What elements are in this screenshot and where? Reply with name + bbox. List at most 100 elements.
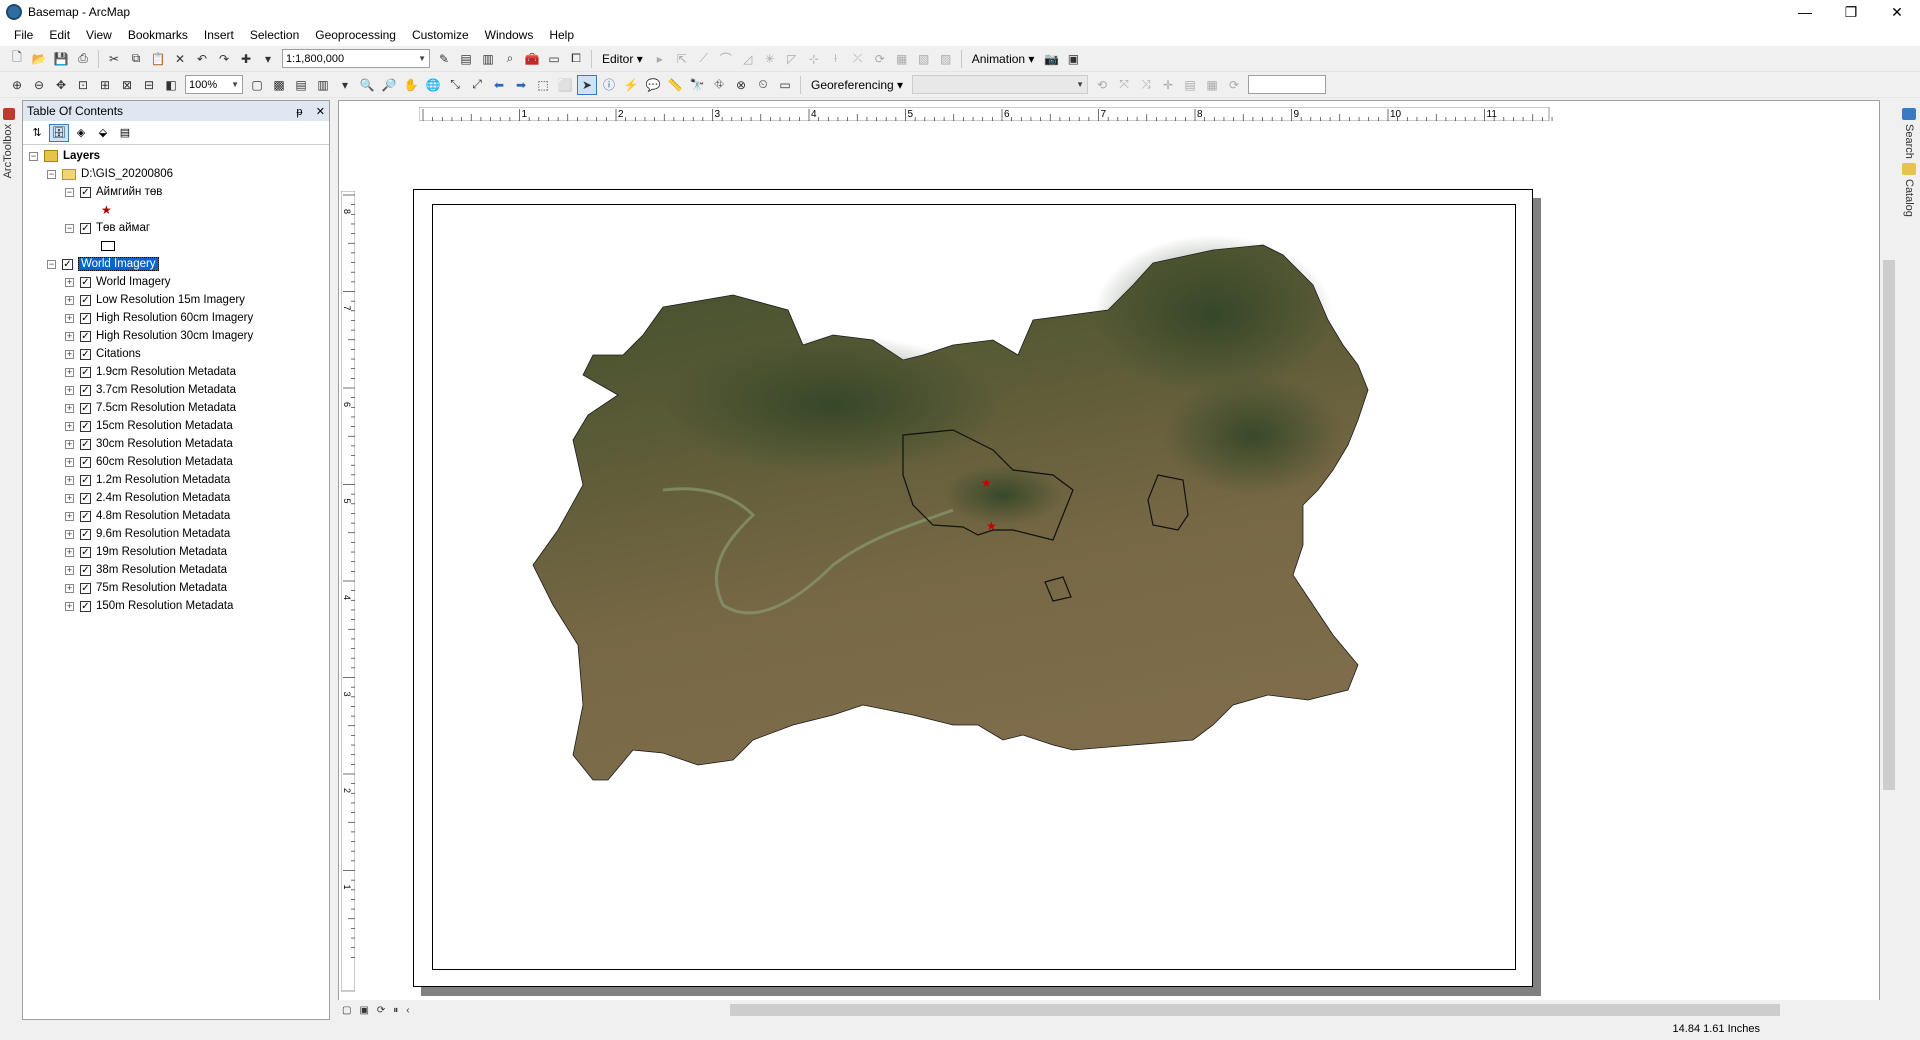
html-popup-icon[interactable]: 💬 [643, 75, 663, 95]
basemap-sublayer-row[interactable]: + ✓ Citations [23, 345, 329, 363]
menu-windows[interactable]: Windows [477, 28, 542, 42]
basemap-sublayer-row[interactable]: + ✓ 1.9cm Resolution Metadata [23, 363, 329, 381]
catalog-window-icon[interactable]: ▥ [478, 49, 498, 69]
georeferencing-menu-button[interactable]: Georeferencing ▾ [805, 75, 909, 95]
create-features-icon[interactable]: ▨ [936, 49, 956, 69]
edit-annotation-icon[interactable]: ⇱ [672, 49, 692, 69]
fixed-zoom-in-map-icon[interactable]: ⤡ [445, 75, 465, 95]
zoom-in-icon[interactable]: 🔍 [357, 75, 377, 95]
menu-selection[interactable]: Selection [242, 28, 307, 42]
toggle-draft-icon[interactable]: ▢ [247, 75, 267, 95]
menu-edit[interactable]: Edit [41, 28, 78, 42]
expand-icon[interactable]: + [65, 583, 74, 593]
delete-icon[interactable]: ✕ [170, 49, 190, 69]
reshape-icon[interactable]: ⊹ [804, 49, 824, 69]
basemap-sublayer-row[interactable]: + ✓ Low Resolution 15m Imagery [23, 291, 329, 309]
expand-icon[interactable]: + [65, 457, 74, 467]
basemap-sublayer-row[interactable]: + ✓ 3.7cm Resolution Metadata [23, 381, 329, 399]
menu-customize[interactable]: Customize [404, 28, 477, 42]
identify-icon[interactable]: ⓘ [599, 75, 619, 95]
scale-combo[interactable]: 1:1,800,000 ▼ [282, 49, 430, 68]
collapse-icon[interactable]: − [65, 223, 74, 233]
open-icon[interactable]: 📂 [29, 49, 49, 69]
expand-icon[interactable]: + [65, 385, 74, 395]
toc-folder-row[interactable]: − D:\GIS_20200806 [23, 165, 329, 183]
layer-visibility-checkbox[interactable]: ✓ [80, 276, 91, 288]
layer-visibility-checkbox[interactable]: ✓ [80, 492, 91, 504]
measure-icon[interactable]: 📏 [665, 75, 685, 95]
scale-georef-icon[interactable]: ⤨ [1136, 75, 1156, 95]
menu-help[interactable]: Help [541, 28, 582, 42]
rotate-georef-icon[interactable]: ⟲ [1092, 75, 1112, 95]
expand-icon[interactable]: + [65, 313, 74, 323]
print-icon[interactable]: ⎙ [73, 49, 93, 69]
georef-layer-combo[interactable]: ▼ [912, 75, 1089, 94]
close-button[interactable]: ✕ [1874, 0, 1920, 24]
effects-icon[interactable]: ⟳ [1224, 75, 1244, 95]
add-data-icon[interactable]: ✚ [236, 49, 256, 69]
endpoint-arc-icon[interactable]: ⌒ [716, 49, 736, 69]
search-tab[interactable]: Search [1903, 124, 1915, 159]
collapse-icon[interactable]: − [65, 187, 74, 197]
layer-visibility-checkbox[interactable]: ✓ [80, 528, 91, 540]
fixed-zoom-out-map-icon[interactable]: ⤢ [467, 75, 487, 95]
pin-icon[interactable]: ᵽ [296, 106, 302, 118]
toolbar-options-icon[interactable]: ▾ [335, 75, 355, 95]
layer-visibility-checkbox[interactable]: ✓ [80, 402, 91, 414]
basemap-sublayer-row[interactable]: + ✓ 75m Resolution Metadata [23, 579, 329, 597]
horizontal-scroll-thumb[interactable] [730, 1004, 1780, 1016]
straight-segment-icon[interactable]: ⟋ [694, 49, 714, 69]
layer-visibility-checkbox[interactable]: ✓ [80, 222, 91, 234]
select-features-icon[interactable]: ⬚ [533, 75, 553, 95]
find-icon[interactable]: 🔭 [687, 75, 707, 95]
layer-visibility-checkbox[interactable]: ✓ [80, 456, 91, 468]
layer-visibility-checkbox[interactable]: ✓ [80, 186, 91, 198]
layer-visibility-checkbox[interactable]: ✓ [80, 348, 91, 360]
clear-selection-icon[interactable]: ⬜ [555, 75, 575, 95]
find-route-icon[interactable]: ⛗ [709, 75, 729, 95]
data-view-icon[interactable]: ▣ [359, 1005, 368, 1016]
menu-geoprocessing[interactable]: Geoprocessing [307, 28, 404, 42]
expand-icon[interactable]: + [65, 439, 74, 449]
arctoolbox-tab[interactable]: ArcToolbox [2, 124, 14, 178]
search-window-icon[interactable]: ⌕ [500, 49, 520, 69]
link-table-icon[interactable]: ▤ [1180, 75, 1200, 95]
collapse-icon[interactable]: − [47, 259, 56, 269]
rotate-icon[interactable]: ⟳ [870, 49, 890, 69]
change-layout-icon[interactable]: ▤ [291, 75, 311, 95]
basemap-sublayer-row[interactable]: + ✓ 150m Resolution Metadata [23, 597, 329, 615]
options-icon[interactable]: ▤ [115, 124, 135, 142]
expand-icon[interactable]: + [65, 367, 74, 377]
hyperlink-icon[interactable]: ⚡ [621, 75, 641, 95]
select-elements-icon[interactable]: ➤ [577, 74, 597, 95]
layout-view-icon[interactable]: ▢ [342, 1005, 351, 1016]
arctoolbox-dock[interactable]: ArcToolbox [0, 104, 18, 324]
layout-view[interactable]: 1 2 3 4 5 6 7 8 9 10 11 87654321 ★ ★ [338, 100, 1880, 1020]
toc-layer-row[interactable]: − ✓ Төв аймаг [23, 219, 329, 237]
expand-icon[interactable]: + [65, 511, 74, 521]
basemap-sublayer-row[interactable]: + ✓ 15cm Resolution Metadata [23, 417, 329, 435]
data-frame[interactable]: ★ ★ [432, 204, 1516, 970]
data-driven-pages-icon[interactable]: ▥ [313, 75, 333, 95]
refresh-icon[interactable]: ⟳ [377, 1005, 385, 1016]
expand-icon[interactable]: + [65, 493, 74, 503]
pause-drawing-icon[interactable]: ⏸ [393, 1005, 398, 1016]
layer-visibility-checkbox[interactable]: ✓ [80, 312, 91, 324]
layout-pan-icon[interactable]: ✥ [51, 75, 71, 95]
animation-menu-button[interactable]: Animation ▾ [966, 49, 1041, 69]
map-display[interactable] [433, 205, 1517, 971]
split-icon[interactable]: ⤫ [848, 49, 868, 69]
menu-bookmarks[interactable]: Bookmarks [120, 28, 196, 42]
toc-basemap-row[interactable]: − ✓ World Imagery [23, 255, 329, 273]
cut-polygons-icon[interactable]: ⟊ [826, 49, 846, 69]
edit-vertices-icon[interactable]: ◸ [782, 49, 802, 69]
trace-icon[interactable]: ◿ [738, 49, 758, 69]
viewer-georef-icon[interactable]: ▦ [1202, 75, 1222, 95]
layer-visibility-checkbox[interactable]: ✓ [80, 600, 91, 612]
effects-value-field[interactable] [1248, 75, 1327, 94]
basemap-sublayer-row[interactable]: + ✓ 1.2m Resolution Metadata [23, 471, 329, 489]
expand-icon[interactable]: + [65, 547, 74, 557]
new-document-icon[interactable]: 🗋 [7, 49, 27, 69]
fixed-zoom-out-icon[interactable]: ⊟ [139, 75, 159, 95]
layer-visibility-checkbox[interactable]: ✓ [80, 546, 91, 558]
